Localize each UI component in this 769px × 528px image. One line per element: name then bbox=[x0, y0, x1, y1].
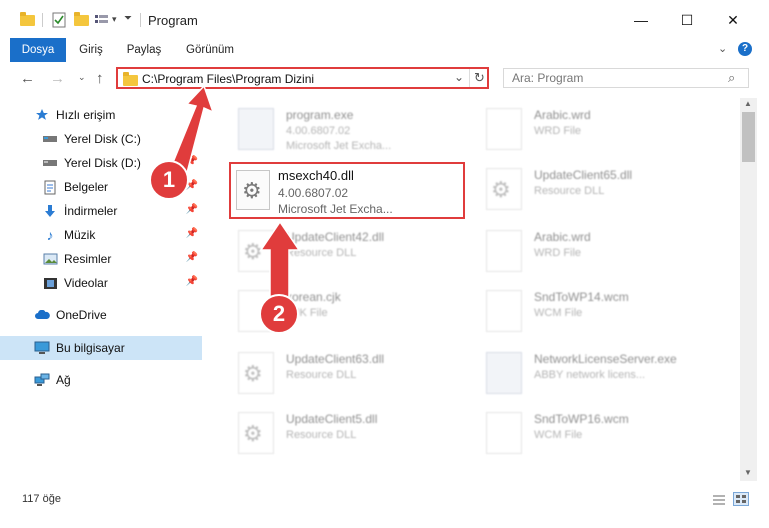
arrow-to-file bbox=[259, 220, 301, 301]
step-one-badge: 1 bbox=[149, 160, 189, 200]
annotation-arrows bbox=[164, 84, 301, 301]
step-two-badge: 2 bbox=[259, 294, 299, 334]
